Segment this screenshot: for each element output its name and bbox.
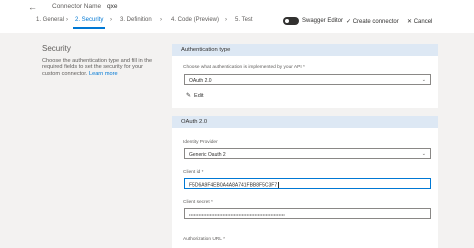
cancel-label: Cancel	[413, 19, 433, 25]
step-definition[interactable]: 3. Definition	[120, 17, 152, 23]
pencil-icon: ✎	[186, 93, 192, 99]
checkmark-icon: ✓	[346, 19, 353, 25]
client-id-label: Client id *	[183, 170, 204, 175]
chevron-right-icon: ›	[225, 17, 227, 23]
card-header: Authentication type	[172, 44, 438, 56]
create-connector-button[interactable]: ✓ Create connector	[346, 18, 399, 25]
step-test[interactable]: 5. Test	[235, 17, 253, 23]
edit-label: Edit	[194, 93, 204, 99]
dropdown-value: OAuth 2.0	[189, 77, 212, 84]
identity-provider-dropdown[interactable]: Generic Oauth 2 ⌄	[184, 148, 431, 159]
authentication-type-dropdown[interactable]: OAuth 2.0 ⌄	[184, 74, 431, 85]
client-secret-input[interactable]: ••••••••••••••••••••••••••••••••••••••••…	[184, 208, 431, 219]
learn-more-link[interactable]: Learn more	[89, 71, 118, 77]
close-icon: ✕	[407, 19, 414, 25]
client-secret-label: Client secret *	[183, 200, 213, 205]
authorization-url-label: Authorization URL *	[183, 237, 225, 242]
client-id-input[interactable]: F5D6A9F4EB0A4A8A741FBB8F5C3F7	[184, 178, 431, 189]
client-id-value: F5D6A9F4EB0A4A8A741FBB8F5C3F7	[189, 181, 278, 188]
card-header: OAuth 2.0	[172, 116, 438, 128]
scrollbar[interactable]	[470, 36, 474, 248]
back-arrow-icon[interactable]: ←	[28, 2, 37, 12]
authentication-type-card: Authentication type Choose what authenti…	[172, 44, 438, 108]
step-security[interactable]: 2. Security	[72, 17, 106, 29]
client-secret-value: ••••••••••••••••••••••••••••••••••••••••…	[189, 211, 286, 217]
identity-provider-label: Identity Provider	[183, 140, 218, 145]
section-title: Security	[42, 44, 71, 53]
step-code-preview[interactable]: 4. Code (Preview)	[171, 17, 219, 23]
step-navigation: 1. General › 2. Security › 3. Definition…	[0, 17, 474, 31]
cancel-button[interactable]: ✕ Cancel	[407, 18, 432, 25]
connector-name-label: Connector Name	[52, 3, 102, 10]
create-connector-label: Create connector	[352, 19, 399, 25]
chevron-right-icon: ›	[110, 17, 112, 23]
auth-question-label: Choose what authentication is implemente…	[183, 65, 305, 70]
oauth-card: OAuth 2.0 Identity Provider Generic Oaut…	[172, 116, 438, 248]
text-caret	[278, 181, 279, 188]
chevron-down-icon: ⌄	[421, 151, 426, 157]
dropdown-value: Generic Oauth 2	[189, 151, 226, 158]
swagger-editor-toggle[interactable]	[283, 17, 299, 25]
chevron-right-icon: ›	[66, 17, 68, 23]
step-general[interactable]: 1. General	[36, 17, 64, 23]
section-description: Choose the authentication type and fill …	[42, 58, 162, 77]
swagger-editor-label: Swagger Editor	[302, 18, 344, 24]
top-bar: ← Connector Name qxe 1. General › 2. Sec…	[0, 0, 474, 33]
chevron-down-icon: ⌄	[421, 77, 426, 83]
chevron-right-icon: ›	[160, 17, 162, 23]
edit-button[interactable]: ✎ Edit	[186, 92, 204, 99]
connector-name-value[interactable]: qxe	[107, 3, 117, 10]
